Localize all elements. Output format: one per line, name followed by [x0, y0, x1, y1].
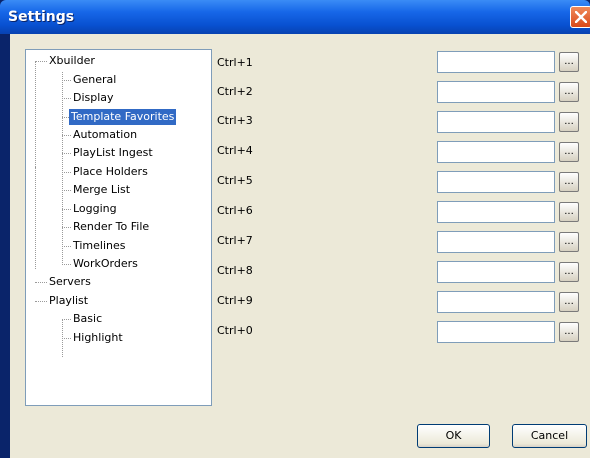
shortcut-input-ctrl-2[interactable]	[437, 81, 555, 103]
title-bar[interactable]: Settings	[0, 0, 590, 34]
tree-connector	[62, 80, 71, 81]
browse-button-ctrl-7[interactable]: ...	[559, 232, 579, 252]
shortcut-label-ctrl-4: Ctrl+4	[217, 144, 253, 157]
tree-connector	[35, 282, 47, 283]
browse-button-ctrl-3[interactable]: ...	[559, 112, 579, 132]
tree-item-workorders[interactable]: WorkOrders	[71, 256, 140, 272]
close-icon	[575, 11, 587, 23]
tree-connector	[62, 172, 71, 173]
shortcut-label-ctrl-0: Ctrl+0	[217, 324, 253, 337]
browse-button-ctrl-2[interactable]: ...	[559, 82, 579, 102]
shortcut-input-ctrl-3[interactable]	[437, 111, 555, 133]
shortcut-input-ctrl-5[interactable]	[437, 171, 555, 193]
shortcut-input-ctrl-0[interactable]	[437, 321, 555, 343]
tree-connector	[35, 167, 36, 269]
shortcut-label-ctrl-2: Ctrl+2	[217, 85, 253, 98]
tree-connector	[62, 135, 71, 136]
tree-item-display[interactable]: Display	[71, 90, 116, 106]
ok-button[interactable]: OK	[417, 424, 490, 448]
tree-item-xbuilder[interactable]: Xbuilder	[47, 53, 97, 69]
browse-button-ctrl-1[interactable]: ...	[559, 52, 579, 72]
tree-connector	[35, 61, 47, 62]
tree-item-playlist[interactable]: Playlist	[47, 293, 90, 309]
tree-item-render-to-file[interactable]: Render To File	[71, 219, 151, 235]
shortcut-input-ctrl-8[interactable]	[437, 261, 555, 283]
tree-connector	[35, 61, 36, 167]
shortcut-label-ctrl-8: Ctrl+8	[217, 264, 253, 277]
window-title: Settings	[8, 9, 75, 25]
settings-window: Settings Xbuilder General Display Templa…	[0, 0, 590, 458]
tree-item-template-favorites[interactable]: Template Favorites	[69, 109, 177, 125]
shortcut-label-ctrl-3: Ctrl+3	[217, 114, 253, 127]
tree-item-servers[interactable]: Servers	[47, 274, 93, 290]
tree-item-merge-list[interactable]: Merge List	[71, 182, 132, 198]
tree-connector	[62, 209, 71, 210]
tree-connector	[62, 319, 71, 320]
tree-item-highlight[interactable]: Highlight	[71, 330, 125, 346]
tree-item-place-holders[interactable]: Place Holders	[71, 164, 150, 180]
settings-tree[interactable]: Xbuilder General Display Template Favori…	[25, 49, 212, 406]
browse-button-ctrl-8[interactable]: ...	[559, 262, 579, 282]
tree-connector	[62, 264, 71, 265]
tree-item-timelines[interactable]: Timelines	[71, 238, 128, 254]
tree-connector	[62, 190, 71, 191]
tree-item-playlist-ingest[interactable]: PlayList Ingest	[71, 145, 155, 161]
dialog-body: Xbuilder General Display Template Favori…	[10, 34, 590, 458]
tree-connector	[62, 153, 71, 154]
shortcut-input-ctrl-4[interactable]	[437, 141, 555, 163]
shortcut-input-ctrl-1[interactable]	[437, 51, 555, 73]
tree-connector	[62, 338, 71, 339]
shortcut-label-ctrl-9: Ctrl+9	[217, 294, 253, 307]
browse-button-ctrl-6[interactable]: ...	[559, 202, 579, 222]
close-button[interactable]	[570, 6, 590, 28]
shortcut-input-ctrl-7[interactable]	[437, 231, 555, 253]
shortcut-label-ctrl-5: Ctrl+5	[217, 174, 253, 187]
browse-button-ctrl-4[interactable]: ...	[559, 142, 579, 162]
tree-item-automation[interactable]: Automation	[71, 127, 139, 143]
tree-item-logging[interactable]: Logging	[71, 201, 119, 217]
tree-connector	[62, 98, 71, 99]
shortcut-input-ctrl-6[interactable]	[437, 201, 555, 223]
tree-item-basic[interactable]: Basic	[71, 311, 104, 327]
tree-connector	[62, 246, 71, 247]
tree-item-general[interactable]: General	[71, 72, 118, 88]
cancel-button[interactable]: Cancel	[512, 424, 587, 448]
shortcut-input-ctrl-9[interactable]	[437, 291, 555, 313]
shortcut-label-ctrl-6: Ctrl+6	[217, 204, 253, 217]
shortcut-label-ctrl-7: Ctrl+7	[217, 234, 253, 247]
tree-connector	[35, 301, 47, 302]
tree-connector	[62, 227, 71, 228]
browse-button-ctrl-0[interactable]: ...	[559, 322, 579, 342]
tree-connector	[62, 72, 63, 265]
browse-button-ctrl-5[interactable]: ...	[559, 172, 579, 192]
shortcut-label-ctrl-1: Ctrl+1	[217, 56, 253, 69]
browse-button-ctrl-9[interactable]: ...	[559, 292, 579, 312]
